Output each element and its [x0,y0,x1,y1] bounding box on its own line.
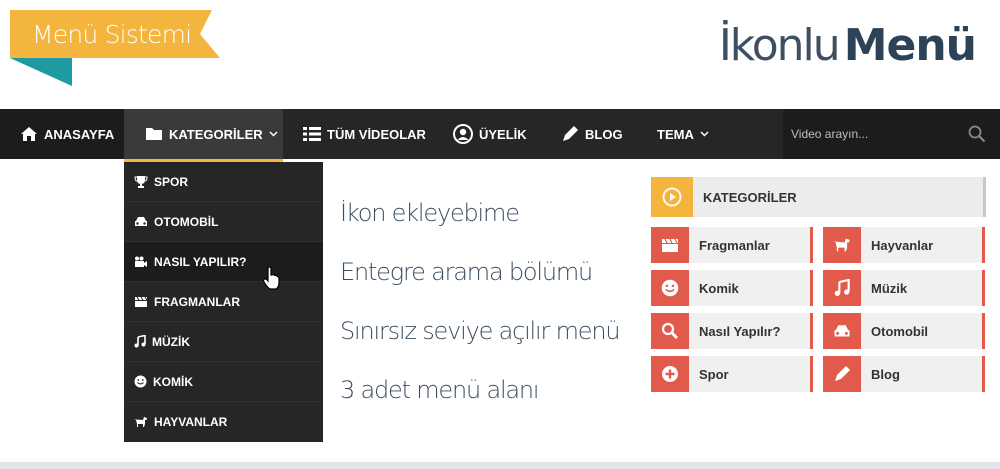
nav-item-label: ÜYELİK [479,126,527,142]
feature-text: Entegre arama bölümü [340,258,593,286]
nav-item-label: ANASAYFA [44,126,115,142]
smile-icon [134,375,147,388]
nav-item-label: BLOG [585,126,623,142]
dropdown-item-label: KOMİK [153,374,193,389]
chevron-down-icon [700,131,709,137]
dog-icon [134,417,147,427]
dropdown-item-label: HAYVANLAR [154,415,228,429]
dropdown-item-label: NASIL YAPILIR? [154,254,247,269]
feature-text: İkon ekleyebime [340,199,520,227]
category-tile-comedy[interactable]: Komik [651,270,813,306]
category-tile-label: Müzik [871,281,908,296]
search-icon [651,313,689,349]
search-box [783,109,1000,159]
clapperboard-icon [651,227,689,263]
car-icon [135,216,147,226]
category-tile-label: Blog [871,367,900,382]
nav-item-home[interactable]: ANASAYFA [0,109,124,159]
categories-widget-title: KATEGORİLER [703,190,797,205]
ribbon-text: Menü Sistemi [32,20,192,49]
list-icon [303,127,321,141]
home-icon [21,127,37,141]
category-tile-music[interactable]: Müzik [823,270,985,306]
category-tile-label: Komik [699,281,739,296]
folder-icon [146,128,162,140]
categories-dropdown: SPOR OTOMOBİL NASIL YAPILIR? FRAGMANLAR … [124,162,323,442]
category-tile-animals[interactable]: Hayvanlar [823,227,985,263]
clapperboard-icon [135,296,148,307]
bottom-divider [0,462,1000,469]
nav-item-membership[interactable]: ÜYELİK [453,109,543,159]
dropdown-item-trailers[interactable]: FRAGMANLAR [124,282,323,322]
dropdown-item-label: OTOMOBİL [154,214,219,229]
car-icon [823,313,861,349]
nav-item-all-videos[interactable]: TÜM VİDEOLAR [303,109,433,159]
user-circle-icon [453,124,473,144]
music-icon [134,335,146,348]
dropdown-item-music[interactable]: MÜZİK [124,322,323,362]
dog-icon [823,227,861,263]
logo-light-text: İkonlu [718,20,841,71]
dropdown-item-label: SPOR [154,174,189,189]
pencil-icon [823,356,861,392]
search-input[interactable] [791,122,961,146]
dropdown-item-animals[interactable]: HAYVANLAR [124,402,323,442]
dropdown-item-label: FRAGMANLAR [154,294,240,309]
category-tile-blog[interactable]: Blog [823,356,985,392]
category-tile-trailers[interactable]: Fragmanlar [651,227,813,263]
category-tile-sport[interactable]: Spor [651,356,813,392]
category-tile-label: Hayvanlar [871,238,934,253]
nav-item-theme[interactable]: TEMA [651,109,721,159]
nav-item-blog[interactable]: BLOG [561,109,641,159]
chevron-down-icon [269,131,278,137]
category-tile-automobile[interactable]: Otomobil [823,313,985,349]
nav-item-categories[interactable]: KATEGORİLER [124,109,283,162]
music-icon [823,270,861,306]
dropdown-item-label: MÜZİK [152,334,190,349]
trophy-icon [134,175,148,188]
hand-cursor-icon [263,266,280,290]
play-circle-icon [651,177,693,217]
search-icon[interactable] [968,125,986,143]
plus-circle-icon [651,356,689,392]
category-tile-how-to[interactable]: Nasıl Yapılır? [651,313,813,349]
smile-icon [651,270,689,306]
category-tile-label: Otomobil [871,324,929,339]
dropdown-item-how-to[interactable]: NASIL YAPILIR? [124,242,323,282]
categories-widget-header: KATEGORİLER [651,177,986,217]
nav-item-label: KATEGORİLER [169,126,263,142]
category-tile-label: Fragmanlar [699,238,770,253]
menu-system-ribbon: Menü Sistemi [10,10,222,86]
dropdown-item-comedy[interactable]: KOMİK [124,362,323,402]
category-tile-label: Spor [699,367,729,382]
dropdown-item-sport[interactable]: SPOR [124,162,323,202]
video-camera-icon [135,256,147,267]
main-navbar: ANASAYFA KATEGORİLER TÜM VİDEOLAR ÜYELİK… [0,109,1000,162]
pencil-icon [563,126,578,141]
nav-item-label: TEMA [657,126,694,142]
feature-text: 3 adet menü alanı [340,376,540,404]
nav-item-label: TÜM VİDEOLAR [327,126,426,142]
feature-text: Sınırsız seviye açılır menü [340,317,621,345]
logo-bold-text: Menü [843,20,977,71]
category-tile-label: Nasıl Yapılır? [699,324,781,339]
dropdown-item-automobile[interactable]: OTOMOBİL [124,202,323,242]
logo: İkonlu Menü [718,20,977,71]
